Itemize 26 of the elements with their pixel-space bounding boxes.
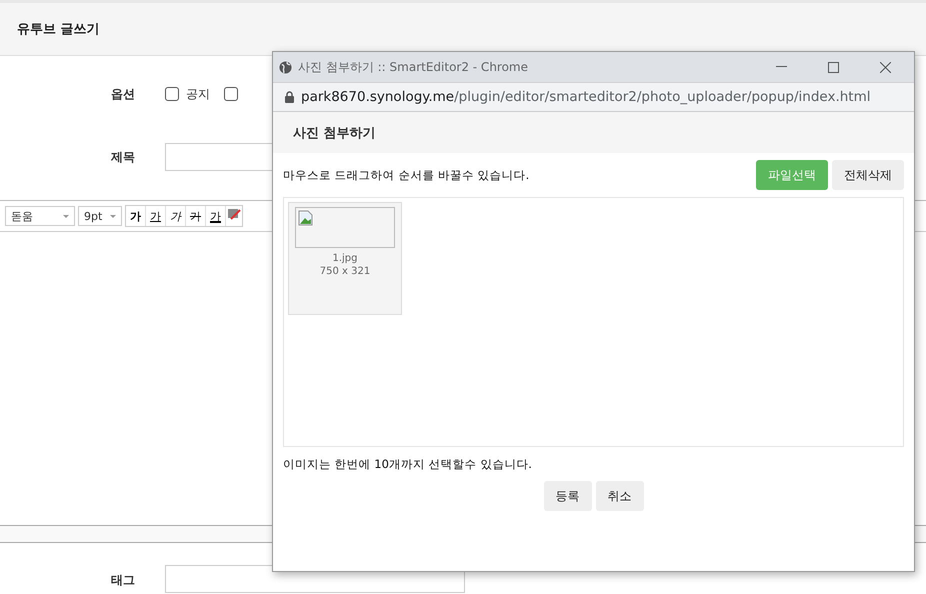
- drag-hint-text: 마우스로 드래그하여 순서를 바꿀수 있습니다.: [283, 168, 530, 182]
- tag-label: 태그: [110, 572, 136, 589]
- title-label: 제목: [110, 148, 136, 166]
- dialog-button[interactable]: 등록: [544, 481, 592, 511]
- option-label: 옵션: [110, 86, 136, 102]
- checkbox[interactable]: [224, 87, 238, 101]
- image-size: 750 x 321: [320, 265, 370, 278]
- font-size-select[interactable]: 9pt: [78, 206, 122, 226]
- page-title: 유투브 글쓰기: [17, 21, 100, 38]
- file-name: 1.jpg: [332, 252, 358, 265]
- font-select[interactable]: 돋움: [5, 206, 75, 226]
- delete-all-button[interactable]: 전체삭제: [832, 160, 904, 190]
- dialog-button[interactable]: 취소: [596, 481, 644, 511]
- broken-image-icon: [298, 210, 314, 226]
- checkbox[interactable]: [165, 87, 179, 101]
- window-title: 사진 첨부하기 :: SmartEditor2 - Chrome: [298, 58, 530, 76]
- url-text: park8670.synology.me/plugin/editor/smarteditor2/photo_uploader/popup/index.html: [301, 89, 871, 105]
- checkbox-label: 공지: [186, 86, 210, 102]
- close-icon[interactable]: [880, 62, 890, 72]
- lock-icon: [285, 91, 294, 103]
- maximize-icon[interactable]: [828, 62, 838, 72]
- limit-note: 이미지는 한번에 10개까지 선택할수 있습니다.: [283, 456, 532, 472]
- popup-heading: 사진 첨부하기: [293, 124, 376, 142]
- globe-icon: [279, 60, 292, 74]
- image-thumbnail[interactable]: 1.jpg 750 x 321: [288, 202, 402, 315]
- minimize-icon[interactable]: [776, 66, 786, 68]
